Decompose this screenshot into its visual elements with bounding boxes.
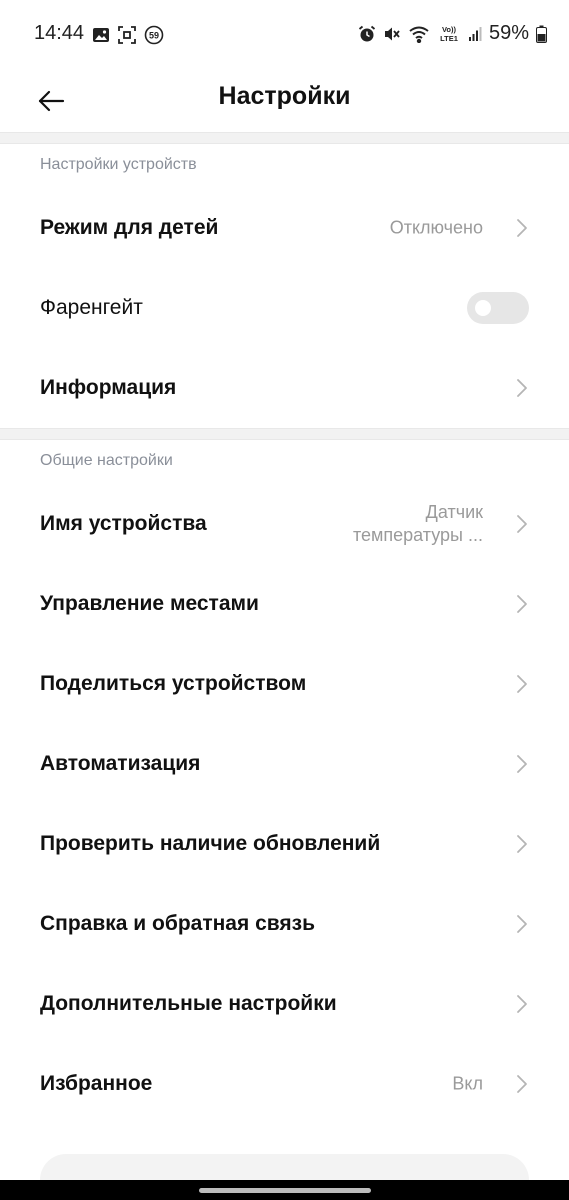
svg-text:LTE1: LTE1	[440, 34, 458, 43]
badge-59-icon: 59	[144, 25, 164, 45]
help-feedback-label: Справка и обратная связь	[40, 912, 315, 935]
row-check-updates[interactable]: Проверить наличие обновлений	[0, 804, 569, 884]
status-right-icons: Vo)) LTE1 59%	[358, 22, 547, 45]
chevron-right-icon	[515, 914, 529, 934]
automation-label: Автоматизация	[40, 752, 201, 775]
chevron-right-icon	[515, 994, 529, 1014]
row-share-device[interactable]: Поделиться устройством	[0, 644, 569, 724]
fahrenheit-label: Фаренгейт	[40, 296, 143, 319]
svg-text:59: 59	[149, 31, 159, 41]
battery-icon	[536, 25, 547, 43]
page-title: Настройки	[218, 82, 351, 110]
system-nav-bar	[0, 1180, 569, 1200]
row-automation[interactable]: Автоматизация	[0, 724, 569, 804]
status-time: 14:44	[34, 22, 85, 44]
section-divider	[0, 428, 569, 440]
section-title-general: Общие настройки	[40, 452, 173, 469]
fahrenheit-toggle[interactable]	[467, 292, 529, 324]
device-name-value: Датчик температуры ...	[353, 501, 483, 547]
info-label: Информация	[40, 376, 177, 399]
chevron-right-icon	[515, 674, 529, 694]
row-fahrenheit: Фаренгейт	[0, 268, 569, 348]
chevron-right-icon	[515, 378, 529, 398]
signal-icon	[468, 26, 482, 42]
row-kids-mode[interactable]: Режим для детей Отключено	[0, 188, 569, 268]
section-divider	[0, 132, 569, 144]
row-info[interactable]: Информация	[0, 348, 569, 428]
device-name-value-line1: Датчик	[425, 502, 483, 522]
status-bar: 14:44 59 Vo)) LTE1 59%	[0, 0, 569, 72]
row-device-name[interactable]: Имя устройства Датчик температуры ...	[0, 484, 569, 564]
chevron-right-icon	[515, 218, 529, 238]
wifi-icon	[408, 25, 430, 43]
row-help-feedback[interactable]: Справка и обратная связь	[0, 884, 569, 964]
chevron-right-icon	[515, 834, 529, 854]
home-gesture-handle[interactable]	[199, 1188, 371, 1193]
favorites-value: Вкл	[452, 1073, 483, 1094]
app-header: Настройки	[0, 72, 569, 132]
chevron-right-icon	[515, 1074, 529, 1094]
favorites-label: Избранное	[40, 1072, 153, 1095]
chevron-right-icon	[515, 514, 529, 534]
section-title-device: Настройки устройств	[40, 156, 197, 173]
status-left-icons: 59	[92, 25, 164, 45]
svg-text:Vo)): Vo))	[442, 25, 457, 34]
share-device-label: Поделиться устройством	[40, 672, 307, 695]
check-updates-label: Проверить наличие обновлений	[40, 832, 381, 855]
advanced-label: Дополнительные настройки	[40, 992, 337, 1015]
chevron-right-icon	[515, 754, 529, 774]
battery-percent: 59%	[488, 22, 529, 44]
kids-mode-label: Режим для детей	[40, 216, 219, 239]
image-icon	[92, 27, 110, 43]
row-advanced[interactable]: Дополнительные настройки	[0, 964, 569, 1044]
manage-locations-label: Управление местами	[40, 592, 259, 615]
mute-icon	[383, 25, 401, 43]
alarm-icon	[358, 25, 376, 43]
kids-mode-value: Отключено	[389, 217, 483, 238]
row-manage-locations[interactable]: Управление местами	[0, 564, 569, 644]
screenshot-icon	[118, 26, 136, 44]
device-name-value-line2: температуры ...	[352, 525, 483, 545]
device-name-label: Имя устройства	[40, 512, 207, 535]
toggle-knob	[475, 300, 491, 316]
volte-icon: Vo)) LTE1	[437, 24, 461, 44]
chevron-right-icon	[515, 594, 529, 614]
row-favorites[interactable]: Избранное Вкл	[0, 1044, 569, 1124]
